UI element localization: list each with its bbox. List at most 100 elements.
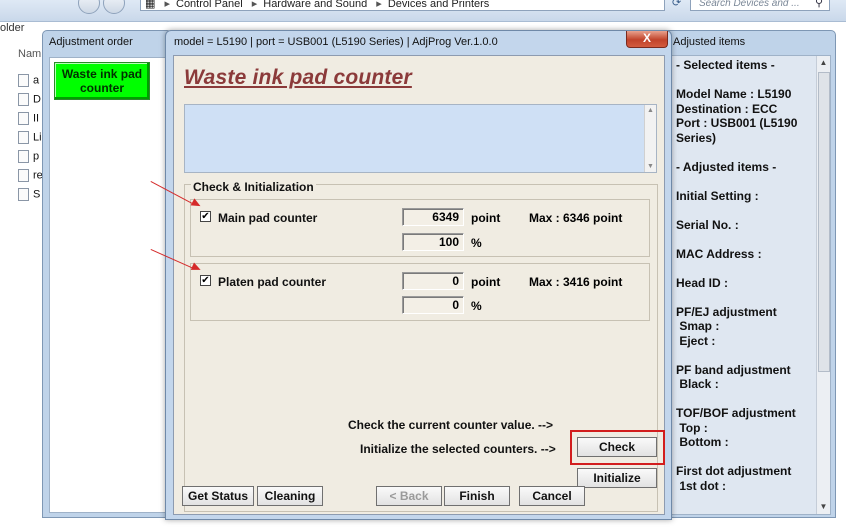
list-item[interactable]: II xyxy=(18,112,44,128)
back-nav-icon[interactable] xyxy=(78,0,100,14)
scroll-down-icon[interactable]: ▼ xyxy=(817,500,830,514)
adjusted-item-line: Series) xyxy=(676,130,717,145)
adjustment-order-window: Adjustment order Waste ink pad counter xyxy=(42,30,172,518)
page-title: Waste ink pad counter xyxy=(184,66,412,89)
list-item[interactable]: p xyxy=(18,150,44,166)
adjusted-item-line: First dot adjustment xyxy=(676,464,792,478)
cancel-button[interactable]: Cancel xyxy=(519,486,585,506)
platen-pad-label: Platen pad counter xyxy=(218,275,327,289)
platen-pad-point-unit: point xyxy=(471,275,501,289)
platen-pad-percent-unit: % xyxy=(471,299,482,313)
list-item[interactable]: re xyxy=(18,169,44,185)
adjusted-item-line xyxy=(676,145,816,160)
list-item[interactable]: S xyxy=(18,188,44,204)
platen-pad-percent-value: 0 xyxy=(402,296,464,314)
check-highlight-box xyxy=(570,430,665,465)
list-item[interactable]: Li xyxy=(18,131,44,147)
adjusted-item-line xyxy=(676,73,816,88)
adjusted-item-line: Head ID : xyxy=(676,275,729,290)
file-icon xyxy=(18,131,29,144)
nav-label: older xyxy=(0,22,25,34)
search-input[interactable]: Search Devices and ... xyxy=(690,0,830,11)
back-button[interactable]: < Back xyxy=(376,486,442,506)
main-pad-point-unit: point xyxy=(471,211,501,225)
initialize-button[interactable]: Initialize xyxy=(577,468,657,488)
name-column-header[interactable]: Nam xyxy=(18,48,41,60)
main-pad-counter-box: ✔ Main pad counter 6349 point Max : 6346… xyxy=(190,199,650,257)
cleaning-button[interactable]: Cleaning xyxy=(257,486,323,506)
address-bar[interactable]: ▦ ▸ Control Panel ▸ Hardware and Sound ▸ De… xyxy=(140,0,665,11)
main-pad-label: Main pad counter xyxy=(218,211,318,225)
file-icon xyxy=(18,188,29,201)
file-icon xyxy=(18,93,29,106)
platen-pad-counter-box: ✔ Platen pad counter 0 point Max : 3416 … xyxy=(190,263,650,321)
main-pad-point-value: 6349 xyxy=(402,208,464,226)
group-title: Check & Initialization xyxy=(191,180,316,194)
forward-nav-icon[interactable] xyxy=(103,0,125,14)
adjusted-item-line: TOF/BOF adjustment xyxy=(676,406,796,420)
finish-button[interactable]: Finish xyxy=(444,486,510,506)
breadcrumb-devices-printers[interactable]: Devices and Printers xyxy=(388,0,490,10)
description-box: ▲ ▼ xyxy=(184,104,657,173)
check-prompt: Check the current counter value. --> xyxy=(348,418,554,432)
adjusted-item-line: Serial No. : xyxy=(676,217,739,232)
description-scrollbar[interactable]: ▲ ▼ xyxy=(644,105,656,172)
platen-pad-checkbox[interactable]: ✔ xyxy=(200,275,211,286)
adjusted-item-line: Bottom : xyxy=(676,435,729,449)
adjusted-item-line: MAC Address : xyxy=(676,246,762,261)
adjusted-item-line xyxy=(676,203,816,218)
close-button[interactable]: X xyxy=(626,31,668,48)
list-item[interactable]: a xyxy=(18,74,44,90)
main-pad-checkbox[interactable]: ✔ xyxy=(200,211,211,222)
adjusted-item-line xyxy=(676,450,816,465)
scroll-up-icon[interactable]: ▲ xyxy=(645,105,656,116)
adjusted-item-line xyxy=(676,174,816,189)
main-pad-percent-unit: % xyxy=(471,236,482,250)
dialog-title: model = L5190 | port = USB001 (L5190 Ser… xyxy=(174,36,498,48)
adjusted-item-line xyxy=(676,261,816,276)
scroll-up-icon[interactable]: ▲ xyxy=(817,56,830,70)
adjprog-dialog: model = L5190 | port = USB001 (L5190 Ser… xyxy=(165,30,672,520)
adjusted-items-title: Adjusted items xyxy=(673,36,746,48)
adjusted-item-line: Initial Setting : xyxy=(676,188,759,203)
adjusted-item-line: Model Name : L5190 xyxy=(676,87,792,101)
scroll-thumb[interactable] xyxy=(818,72,830,372)
refresh-icon[interactable]: ⟳ xyxy=(672,0,681,9)
adjusted-item-line: PF band adjustment xyxy=(676,362,791,377)
search-icon: ⚲ xyxy=(815,0,824,9)
adjusted-item-line xyxy=(676,232,816,247)
adjusted-item-line: - Adjusted items - xyxy=(676,159,777,174)
folder-icon: ▦ xyxy=(145,0,156,10)
adjusted-item-line xyxy=(676,392,816,407)
adjusted-item-line xyxy=(676,348,816,363)
main-pad-max: Max : 6346 point xyxy=(529,211,623,225)
main-pad-percent-value: 100 xyxy=(402,233,464,251)
adjusted-item-line: Port : USB001 (L5190 xyxy=(676,116,798,130)
platen-pad-max: Max : 3416 point xyxy=(529,275,623,289)
breadcrumb-control-panel[interactable]: Control Panel xyxy=(176,0,243,10)
adjusted-item-line xyxy=(676,290,816,305)
adjusted-items-list: - Selected items - Model Name : L5190 Dest… xyxy=(676,58,816,493)
get-status-button[interactable]: Get Status xyxy=(182,486,254,506)
adjusted-item-line: PF/EJ adjustment xyxy=(676,304,777,319)
dialog-client: Waste ink pad counter ▲ ▼ Check & Initia… xyxy=(173,55,665,515)
adjusted-item-line: 1st dot : xyxy=(676,478,726,493)
waste-ink-pad-counter-item[interactable]: Waste ink pad counter xyxy=(54,62,150,100)
adjusted-item-line: Top : xyxy=(676,420,708,435)
adjusted-items-scrollbar[interactable]: ▲ ▼ xyxy=(816,56,830,514)
scroll-down-icon[interactable]: ▼ xyxy=(645,161,656,172)
list-item[interactable]: D xyxy=(18,93,44,109)
adjustment-order-title: Adjustment order xyxy=(49,36,133,48)
initialize-prompt: Initialize the selected counters. --> xyxy=(360,442,556,456)
adjusted-item-line: Smap : xyxy=(676,319,720,333)
breadcrumb-hardware-sound[interactable]: Hardware and Sound xyxy=(263,0,367,10)
explorer-toolbar: ▦ ▸ Control Panel ▸ Hardware and Sound ▸ De… xyxy=(0,0,846,22)
adjusted-item-line: Destination : ECC xyxy=(676,101,778,116)
adjusted-item-line: Black : xyxy=(676,377,719,391)
adjustment-order-list: Waste ink pad counter xyxy=(49,57,167,513)
file-icon xyxy=(18,74,29,87)
adjusted-item-line: - Selected items - xyxy=(676,58,775,72)
file-icon xyxy=(18,169,29,182)
adjusted-items-panel: - Selected items - Model Name : L5190 Dest… xyxy=(671,55,831,515)
file-icon xyxy=(18,150,29,163)
